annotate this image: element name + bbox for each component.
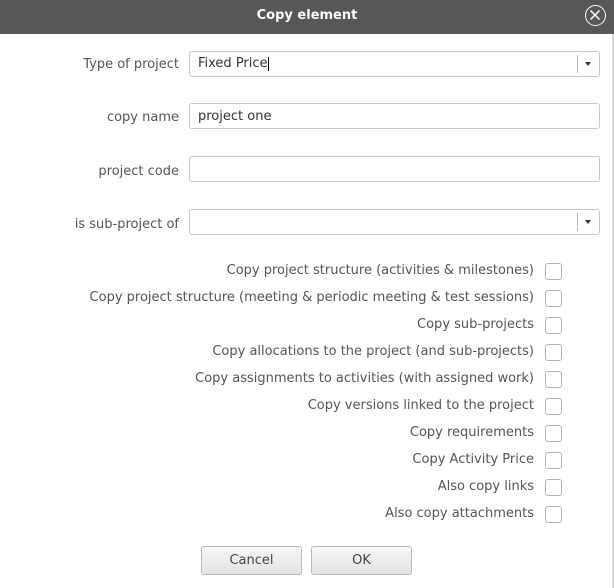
cancel-button[interactable]: Cancel <box>201 546 302 575</box>
ok-button[interactable]: OK <box>311 546 412 575</box>
copy-element-dialog: Copy element Type of project Fixed Price… <box>0 0 614 588</box>
option-label: Copy project structure (meeting & period… <box>89 290 534 305</box>
option-label: Copy Activity Price <box>412 452 534 467</box>
option-label: Copy project structure (activities & mil… <box>226 263 534 278</box>
option-checkbox-sub-projects[interactable] <box>545 317 562 334</box>
project-code-input[interactable] <box>189 156 600 182</box>
option-label: Copy allocations to the project (and sub… <box>212 344 534 359</box>
option-checkbox-requirements[interactable] <box>545 425 562 442</box>
close-icon[interactable] <box>585 5 606 26</box>
chevron-down-icon[interactable] <box>585 62 591 66</box>
option-checkbox-versions[interactable] <box>545 398 562 415</box>
option-label: Also copy attachments <box>385 506 534 521</box>
option-label: Copy sub-projects <box>417 317 534 332</box>
option-checkbox-meetings[interactable] <box>545 290 562 307</box>
dialog-titlebar: Copy element <box>0 0 614 34</box>
type-of-project-label: Type of project <box>83 57 179 72</box>
option-checkbox-assignments[interactable] <box>545 371 562 388</box>
option-checkbox-activity-price[interactable] <box>545 452 562 469</box>
sub-project-of-select[interactable] <box>189 209 600 235</box>
option-label: Copy assignments to activities (with ass… <box>195 371 534 386</box>
select-separator <box>577 55 578 73</box>
option-label: Also copy links <box>437 479 534 494</box>
type-of-project-select[interactable]: Fixed Price <box>189 51 600 77</box>
copy-name-label: copy name <box>106 110 179 125</box>
dialog-title: Copy element <box>256 8 358 23</box>
text-cursor <box>267 56 269 71</box>
option-checkbox-activities-milestones[interactable] <box>545 263 562 280</box>
option-label: Copy versions linked to the project <box>307 398 534 413</box>
option-label: Copy requirements <box>409 425 534 440</box>
project-code-label: project code <box>98 164 179 179</box>
option-checkbox-links[interactable] <box>545 479 562 496</box>
sub-project-of-label: is sub-project of <box>74 217 179 232</box>
select-separator <box>577 213 578 231</box>
option-checkbox-allocations[interactable] <box>545 344 562 361</box>
copy-name-input[interactable] <box>189 103 600 129</box>
option-checkbox-attachments[interactable] <box>545 506 562 523</box>
type-of-project-value: Fixed Price <box>198 56 268 71</box>
chevron-down-icon[interactable] <box>585 220 591 224</box>
